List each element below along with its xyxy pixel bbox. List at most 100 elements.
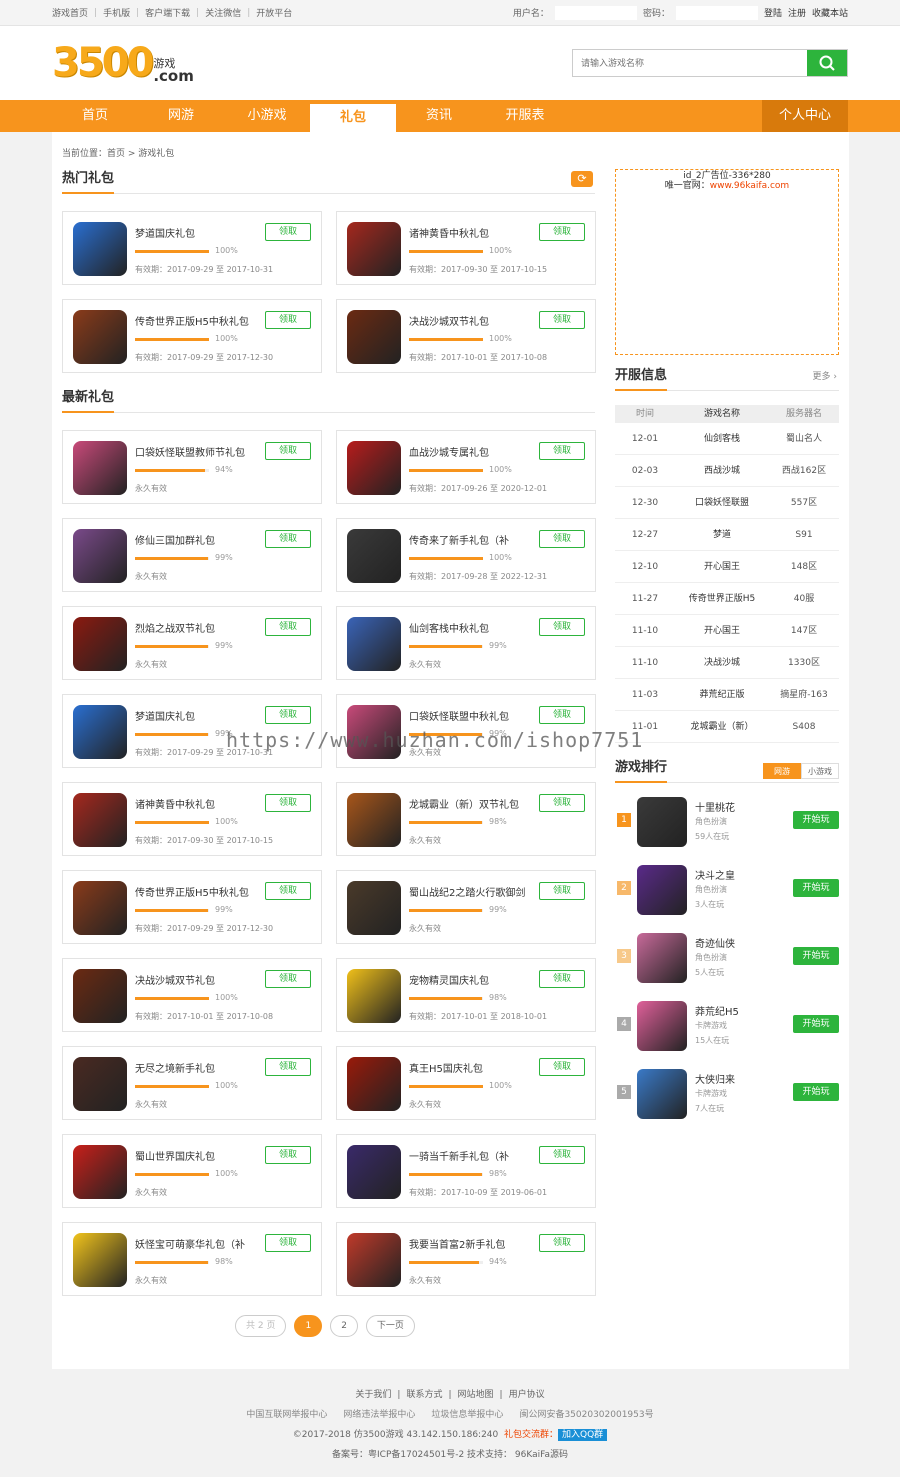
password-input[interactable] [675, 5, 758, 20]
page-number[interactable]: 2 [330, 1315, 358, 1337]
ad-url[interactable]: www.96kaifa.com [710, 181, 789, 191]
get-button[interactable]: 领取 [265, 1234, 311, 1252]
game-icon[interactable] [637, 865, 687, 915]
gift-name[interactable]: 梦道国庆礼包 [135, 225, 265, 240]
get-button[interactable]: 领取 [539, 311, 585, 329]
game-icon[interactable] [347, 310, 401, 364]
gift-name[interactable]: 梦道国庆礼包 [135, 708, 265, 723]
gift-name[interactable]: 传奇世界正版H5中秋礼包 [135, 884, 265, 899]
user-center-button[interactable]: 个人中心 [762, 100, 848, 132]
footer-badge[interactable]: 闽公网安备35020302001953号 [519, 1405, 653, 1425]
table-row[interactable]: 11-03 莽荒纪正版 摘星府-163 [615, 679, 839, 711]
gift-name[interactable]: 血战沙城专属礼包 [409, 444, 539, 459]
game-name[interactable]: 莽荒纪H5 [695, 1003, 739, 1018]
table-row[interactable]: 11-10 开心国王 147区 [615, 615, 839, 647]
footer-link[interactable]: 网站地图 [458, 1390, 494, 1400]
top-link[interactable]: 客户端下载 [145, 6, 190, 19]
play-button[interactable]: 开始玩 [793, 879, 839, 897]
game-name[interactable]: 奇迹仙侠 [695, 935, 735, 950]
table-row[interactable]: 02-03 西战沙城 西战162区 [615, 455, 839, 487]
gift-name[interactable]: 宠物精灵国庆礼包 [409, 972, 539, 987]
search-input[interactable] [573, 50, 807, 76]
game-icon[interactable] [73, 969, 127, 1023]
game-icon[interactable] [347, 1057, 401, 1111]
favorite-link[interactable]: 收藏本站 [812, 6, 848, 19]
game-icon[interactable] [637, 1001, 687, 1051]
search-button[interactable] [807, 50, 847, 76]
get-button[interactable]: 领取 [539, 970, 585, 988]
game-icon[interactable] [637, 933, 687, 983]
game-icon[interactable] [347, 881, 401, 935]
gift-name[interactable]: 龙城霸业（新）双节礼包 [409, 796, 539, 811]
game-icon[interactable] [73, 529, 127, 583]
table-row[interactable]: 11-27 传奇世界正版H5 40服 [615, 583, 839, 615]
table-row[interactable]: 12-27 梦道 S91 [615, 519, 839, 551]
gift-name[interactable]: 妖怪宝可萌豪华礼包（补 [135, 1236, 265, 1251]
get-button[interactable]: 领取 [265, 530, 311, 548]
top-link[interactable]: 手机版 [103, 6, 130, 19]
footer-link[interactable]: 联系方式 [406, 1390, 442, 1400]
game-icon[interactable] [73, 793, 127, 847]
get-button[interactable]: 领取 [539, 1058, 585, 1076]
get-button[interactable]: 领取 [265, 1058, 311, 1076]
gift-name[interactable]: 口袋妖怪联盟中秋礼包 [409, 708, 539, 723]
nav-item[interactable]: 首页 [52, 100, 138, 132]
footer-link[interactable]: 关于我们 [355, 1390, 391, 1400]
footer-badge[interactable]: 中国互联网举报中心 [246, 1405, 327, 1425]
get-button[interactable]: 领取 [265, 618, 311, 636]
gift-name[interactable]: 传奇世界正版H5中秋礼包 [135, 313, 265, 328]
get-button[interactable]: 领取 [265, 311, 311, 329]
game-icon[interactable] [73, 617, 127, 671]
game-icon[interactable] [347, 617, 401, 671]
gift-name[interactable]: 修仙三国加群礼包 [135, 532, 265, 547]
ad-slot[interactable]: id_2广告位-336*280 唯一官网：www.96kaifa.com [615, 169, 839, 355]
gift-name[interactable]: 蜀山战纪2之踏火行歌御剑 [409, 884, 539, 899]
get-button[interactable]: 领取 [265, 1146, 311, 1164]
register-link[interactable]: 注册 [788, 6, 806, 19]
footer-link[interactable]: 用户协议 [509, 1390, 545, 1400]
table-row[interactable]: 11-01 龙城霸业（新） S408 [615, 711, 839, 743]
play-button[interactable]: 开始玩 [793, 1015, 839, 1033]
play-button[interactable]: 开始玩 [793, 947, 839, 965]
gift-name[interactable]: 我要当首富2新手礼包 [409, 1236, 539, 1251]
next-page-button[interactable]: 下一页 [365, 1315, 415, 1337]
gift-name[interactable]: 蜀山世界国庆礼包 [135, 1148, 265, 1163]
gift-name[interactable]: 决战沙城双节礼包 [409, 313, 539, 328]
join-qq-button[interactable]: 加入QQ群 [558, 1429, 608, 1441]
refresh-icon[interactable]: ⟳ [571, 171, 593, 187]
game-icon[interactable] [73, 441, 127, 495]
top-link[interactable]: 关注微信 [205, 6, 241, 19]
get-button[interactable]: 领取 [539, 794, 585, 812]
play-button[interactable]: 开始玩 [793, 811, 839, 829]
table-row[interactable]: 12-30 口袋妖怪联盟 557区 [615, 487, 839, 519]
get-button[interactable]: 领取 [265, 794, 311, 812]
get-button[interactable]: 领取 [539, 882, 585, 900]
game-icon[interactable] [73, 1057, 127, 1111]
site-logo[interactable]: 3500 游戏 .com [52, 43, 194, 84]
footer-badge[interactable]: 垃圾信息举报中心 [431, 1405, 503, 1425]
gift-name[interactable]: 真王H5国庆礼包 [409, 1060, 539, 1075]
game-icon[interactable] [347, 441, 401, 495]
top-link[interactable]: 游戏首页 [52, 6, 88, 19]
game-icon[interactable] [73, 1145, 127, 1199]
game-icon[interactable] [637, 797, 687, 847]
nav-item[interactable]: 礼包 [310, 104, 396, 132]
get-button[interactable]: 领取 [265, 970, 311, 988]
get-button[interactable]: 领取 [539, 1234, 585, 1252]
game-icon[interactable] [347, 222, 401, 276]
game-name[interactable]: 十里桃花 [695, 799, 735, 814]
get-button[interactable]: 领取 [539, 1146, 585, 1164]
page-number[interactable]: 1 [294, 1315, 323, 1337]
game-icon[interactable] [73, 310, 127, 364]
username-input[interactable] [554, 5, 637, 20]
play-button[interactable]: 开始玩 [793, 1083, 839, 1101]
gift-name[interactable]: 口袋妖怪联盟教师节礼包 [135, 444, 265, 459]
footer-badge[interactable]: 网络违法举报中心 [343, 1405, 415, 1425]
top-link[interactable]: 开放平台 [256, 6, 292, 19]
game-name[interactable]: 决斗之皇 [695, 867, 735, 882]
get-button[interactable]: 领取 [539, 223, 585, 241]
gift-name[interactable]: 决战沙城双节礼包 [135, 972, 265, 987]
table-row[interactable]: 12-10 开心国王 148区 [615, 551, 839, 583]
gift-name[interactable]: 烈焰之战双节礼包 [135, 620, 265, 635]
nav-item[interactable]: 小游戏 [224, 100, 310, 132]
